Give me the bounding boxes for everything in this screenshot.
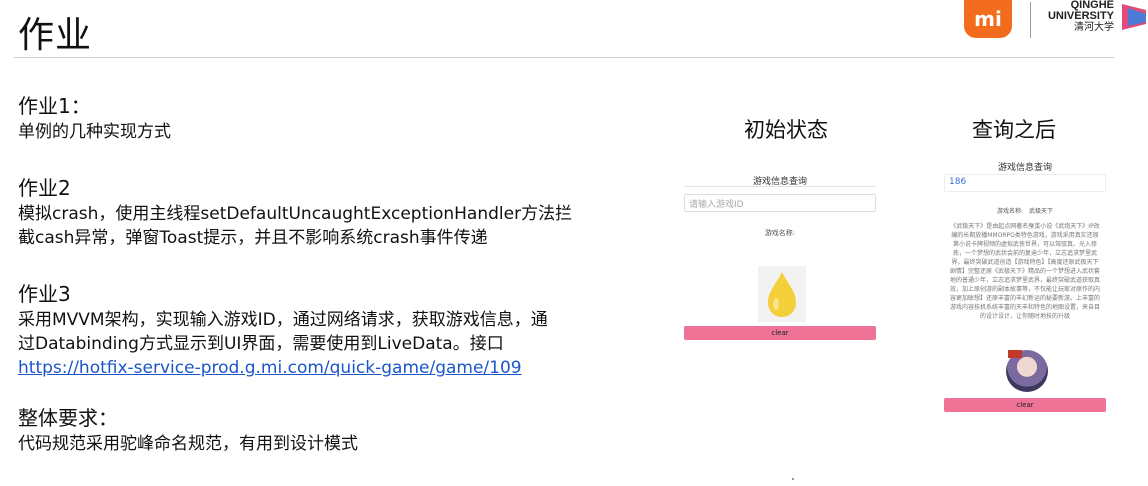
api-link[interactable]: https://hotfix-service-prod.g.mi.com/qui… [18,356,548,380]
task-2: 作业2 模拟crash，使用主线程setDefaultUncaughtExcep… [18,174,572,250]
title-divider [14,57,1114,58]
game-id-placeholder: 请输入游戏ID [689,200,744,210]
avatar-badge [1008,350,1022,358]
clear-button[interactable]: clear [944,398,1106,412]
game-description: 《武极天下》是由起点网著名蚕茧小说《武炮天下》IP改编的长期放播MMORPG类特… [950,223,1101,320]
game-name-label: 游戏名称: [764,229,796,237]
task-3-line-1: 采用MVVM架构，实现输入游戏ID，通过网络请求，获取游戏信息，通 [18,310,548,330]
water-drop-icon [768,272,796,317]
game-id-input[interactable]: 186 [944,174,1106,192]
university-cn: 清河大学 [1074,22,1114,33]
university-logo-text: QINGHE UNIVERSITY 清河大学 [1046,0,1114,33]
task-1-line-1: 单例的几种实现方式 [18,122,171,142]
task-1: 作业1： 单例的几种实现方式 [18,92,171,144]
placeholder-image [758,266,806,322]
task-2-line-1: 模拟crash，使用主线程setDefaultUncaughtException… [18,204,573,224]
university-en-line2: UNIVERSITY [1047,10,1114,22]
university-emblem-icon [1122,4,1146,30]
task-3-heading: 作业3 [18,282,71,306]
task-2-line-2: 截cash异常，弹窗Toast提示，并且不影响系统crash事件传递 [18,228,488,248]
task-3-line-2: 过Databinding方式显示到UI界面，需要使用到LiveData。接口 [18,334,504,354]
overall-heading: 整体要求： [18,406,118,430]
logo-separator [1030,2,1031,38]
task-2-heading: 作业2 [18,176,71,200]
caption-initial: 初始状态 [744,118,828,142]
caption-after: 查询之后 [972,118,1056,142]
game-id-value: 186 [949,177,967,187]
mi-logo: mi [964,0,1012,38]
app-title: 游戏信息查询 [997,163,1052,173]
overall-requirements: 整体要求： 代码规范采用驼峰命名规范，有用到设计模式 [18,404,358,456]
overall-line-1: 代码规范采用驼峰命名规范，有用到设计模式 [18,434,358,454]
screenshot-after-query: 游戏信息查询 186 游戏名称: 武极天下 《武极天下》是由起点网著名蚕茧小说《… [944,152,1106,414]
task-1-heading: 作业1： [18,94,91,118]
screenshot-initial-state: 游戏信息查询 请输入游戏ID 游戏名称: clear [684,168,876,344]
game-name-label: 游戏名称: 武极天下 [996,208,1054,215]
task-3: 作业3 采用MVVM架构，实现输入游戏ID，通过网络请求，获取游戏信息，通 过D… [18,280,548,380]
page-title: 作业 [18,15,93,56]
mi-logo-text: mi [974,7,1002,31]
game-id-input[interactable]: 请输入游戏ID [684,194,876,212]
clear-button[interactable]: clear [684,326,876,340]
app-header-divider [684,186,876,187]
decorative-dot [792,478,794,480]
